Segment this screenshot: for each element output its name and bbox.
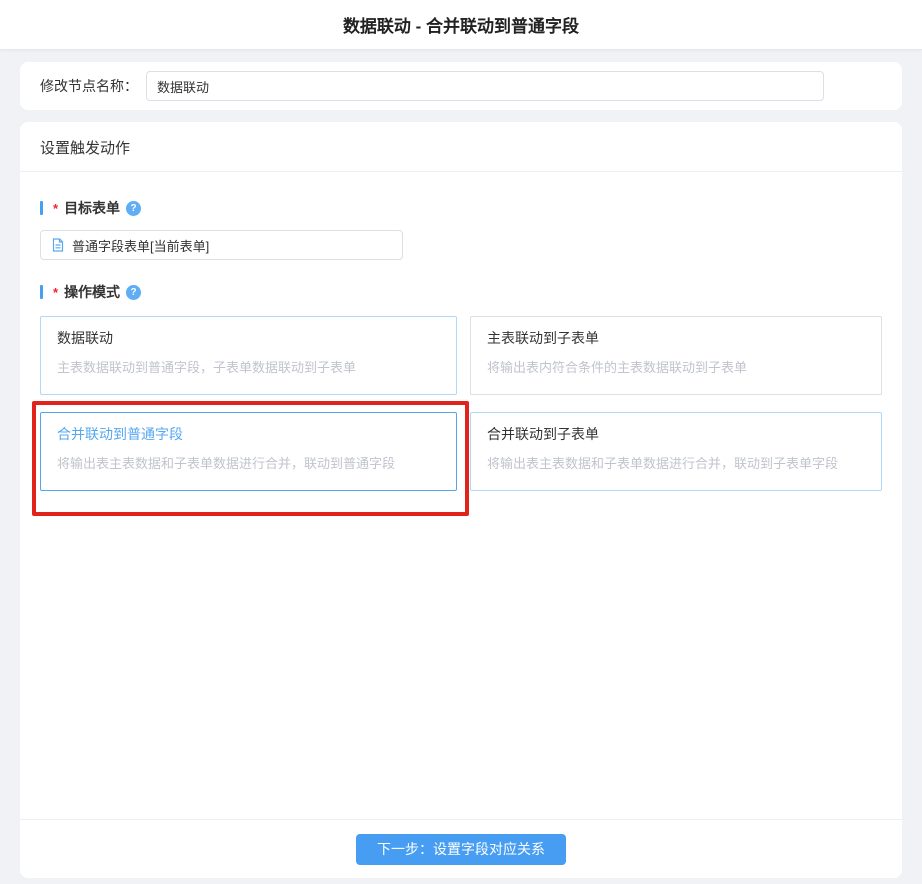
operation-mode-option[interactable]: 数据联动 主表数据联动到普通字段，子表单数据联动到子表单	[40, 316, 457, 395]
dialog-header: 数据联动 - 合并联动到普通字段	[0, 0, 922, 50]
operation-mode-option[interactable]: 合并联动到子表单 将输出表主表数据和子表单数据进行合并，联动到子表单字段	[470, 412, 882, 491]
label-accent-bar	[40, 201, 43, 215]
node-name-card: 修改节点名称：	[20, 62, 902, 110]
operation-mode-cell: 主表联动到子表单 将输出表内符合条件的主表数据联动到子表单	[470, 316, 882, 395]
node-name-input[interactable]	[146, 71, 824, 101]
target-form-label-row: * 目标表单 ?	[40, 198, 882, 218]
section-title: 设置触发动作	[20, 122, 902, 172]
page-title: 数据联动 - 合并联动到普通字段	[343, 12, 579, 37]
option-description: 将输出表主表数据和子表单数据进行合并，联动到普通字段	[57, 453, 440, 472]
operation-mode-label: 操作模式	[64, 282, 120, 302]
question-circle-icon[interactable]: ?	[126, 285, 141, 300]
target-form-label: 目标表单	[64, 198, 120, 218]
target-form-value: 普通字段表单[当前表单]	[72, 236, 209, 255]
operation-mode-cell: 合并联动到普通字段 将输出表主表数据和子表单数据进行合并，联动到普通字段	[40, 412, 457, 491]
node-name-label: 修改节点名称：	[40, 76, 138, 96]
next-step-button[interactable]: 下一步：设置字段对应关系	[356, 834, 566, 865]
option-title: 合并联动到普通字段	[57, 424, 440, 444]
option-title: 主表联动到子表单	[487, 328, 865, 348]
target-form-select[interactable]: 普通字段表单[当前表单]	[40, 230, 403, 260]
required-asterisk: *	[53, 285, 58, 300]
trigger-action-card: 设置触发动作 * 目标表单 ? 普通字段表单[当前表单] * 操作模式 ?	[20, 122, 902, 878]
operation-mode-option[interactable]: 合并联动到普通字段 将输出表主表数据和子表单数据进行合并，联动到普通字段	[40, 412, 457, 491]
section-footer: 下一步：设置字段对应关系	[20, 819, 902, 878]
required-asterisk: *	[53, 201, 58, 216]
section-body: * 目标表单 ? 普通字段表单[当前表单] * 操作模式 ? 数据联动	[20, 172, 902, 819]
question-circle-icon[interactable]: ?	[126, 201, 141, 216]
form-document-icon	[51, 238, 65, 252]
option-description: 将输出表内符合条件的主表数据联动到子表单	[487, 357, 865, 376]
label-accent-bar	[40, 285, 43, 299]
option-title: 数据联动	[57, 328, 440, 348]
operation-mode-option[interactable]: 主表联动到子表单 将输出表内符合条件的主表数据联动到子表单	[470, 316, 882, 395]
option-title: 合并联动到子表单	[487, 424, 865, 444]
operation-mode-cell: 数据联动 主表数据联动到普通字段，子表单数据联动到子表单	[40, 316, 457, 395]
operation-mode-label-row: * 操作模式 ?	[40, 282, 882, 302]
operation-mode-cell: 合并联动到子表单 将输出表主表数据和子表单数据进行合并，联动到子表单字段	[470, 412, 882, 491]
operation-mode-grid: 数据联动 主表数据联动到普通字段，子表单数据联动到子表单 主表联动到子表单 将输…	[40, 316, 882, 491]
option-description: 将输出表主表数据和子表单数据进行合并，联动到子表单字段	[487, 453, 865, 472]
option-description: 主表数据联动到普通字段，子表单数据联动到子表单	[57, 357, 440, 376]
